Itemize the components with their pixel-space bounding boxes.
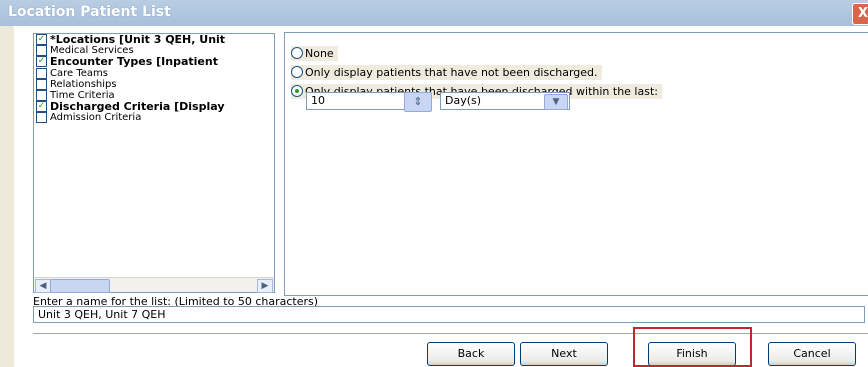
checkbox[interactable] bbox=[36, 78, 47, 90]
back-button[interactable]: Back bbox=[427, 342, 515, 366]
close-icon[interactable]: X bbox=[852, 3, 868, 25]
criteria-item[interactable]: Relationships bbox=[34, 78, 274, 90]
checkbox[interactable]: ✓ bbox=[36, 101, 47, 113]
finish-highlight-box bbox=[633, 327, 752, 367]
criteria-item-label: Care Teams bbox=[50, 67, 108, 79]
checkbox[interactable] bbox=[36, 112, 47, 124]
checkbox[interactable] bbox=[36, 45, 47, 57]
option-none[interactable]: None bbox=[291, 46, 338, 61]
unit-select[interactable]: Day(s) ▼ bbox=[440, 92, 570, 110]
dialog-body: ✓ *Locations [Unit 3 QEH, Unit Medical Ser… bbox=[0, 26, 868, 367]
discharge-days-input[interactable]: 10 bbox=[306, 92, 410, 110]
criteria-item[interactable]: ✓ *Locations [Unit 3 QEH, Unit bbox=[34, 34, 274, 45]
criteria-item-label: Time Criteria bbox=[50, 89, 115, 101]
criteria-item[interactable]: ✓ Discharged Criteria [Display bbox=[34, 101, 274, 113]
title-bar: Location Patient List X bbox=[0, 0, 868, 26]
criteria-item-label: Admission Criteria bbox=[50, 112, 142, 124]
criteria-item[interactable]: Time Criteria bbox=[34, 89, 274, 101]
criteria-item-label: Relationships bbox=[50, 78, 117, 90]
unit-select-value: Day(s) bbox=[445, 94, 482, 107]
chevron-down-icon[interactable]: ▼ bbox=[544, 94, 568, 110]
checkbox[interactable]: ✓ bbox=[36, 34, 47, 45]
criteria-list-scrollbar[interactable]: ◀ ▶ bbox=[34, 277, 274, 293]
checkbox[interactable]: ✓ bbox=[36, 56, 47, 68]
option-not-discharged[interactable]: Only display patients that have not been… bbox=[291, 65, 602, 80]
window-title: Location Patient List bbox=[8, 4, 171, 20]
scroll-thumb[interactable] bbox=[50, 279, 110, 293]
radio-not-discharged[interactable] bbox=[291, 66, 303, 78]
criteria-item[interactable]: Admission Criteria bbox=[34, 112, 274, 124]
list-name-input[interactable]: Unit 3 QEH, Unit 7 QEH bbox=[33, 306, 865, 323]
criteria-item[interactable]: Medical Services bbox=[34, 45, 274, 57]
next-button[interactable]: Next bbox=[520, 342, 608, 366]
criteria-list: ✓ *Locations [Unit 3 QEH, Unit Medical Ser… bbox=[33, 33, 275, 293]
option-not-discharged-label: Only display patients that have not been… bbox=[305, 66, 598, 79]
criteria-item-label: *Locations [Unit 3 QEH, Unit bbox=[50, 34, 226, 46]
option-none-label: None bbox=[305, 47, 334, 60]
radio-discharged-within[interactable] bbox=[291, 85, 303, 97]
radio-none[interactable] bbox=[291, 47, 303, 59]
cancel-button[interactable]: Cancel bbox=[768, 342, 856, 366]
criteria-item-label: Discharged Criteria [Display bbox=[50, 101, 225, 113]
criteria-item-label: Medical Services bbox=[50, 45, 134, 57]
checkbox[interactable] bbox=[36, 89, 47, 101]
scroll-right-icon[interactable]: ▶ bbox=[257, 279, 273, 293]
criteria-details-panel: None Only display patients that have not… bbox=[284, 32, 868, 296]
criteria-item[interactable]: ✓ Encounter Types [Inpatient bbox=[34, 56, 274, 68]
criteria-item[interactable]: Care Teams bbox=[34, 67, 274, 79]
left-border bbox=[0, 26, 14, 367]
scroll-left-icon[interactable]: ◀ bbox=[35, 279, 51, 293]
spinner-icon[interactable]: ⇕ bbox=[404, 92, 432, 112]
checkbox[interactable] bbox=[36, 67, 47, 79]
criteria-item-label: Encounter Types [Inpatient bbox=[50, 56, 218, 68]
